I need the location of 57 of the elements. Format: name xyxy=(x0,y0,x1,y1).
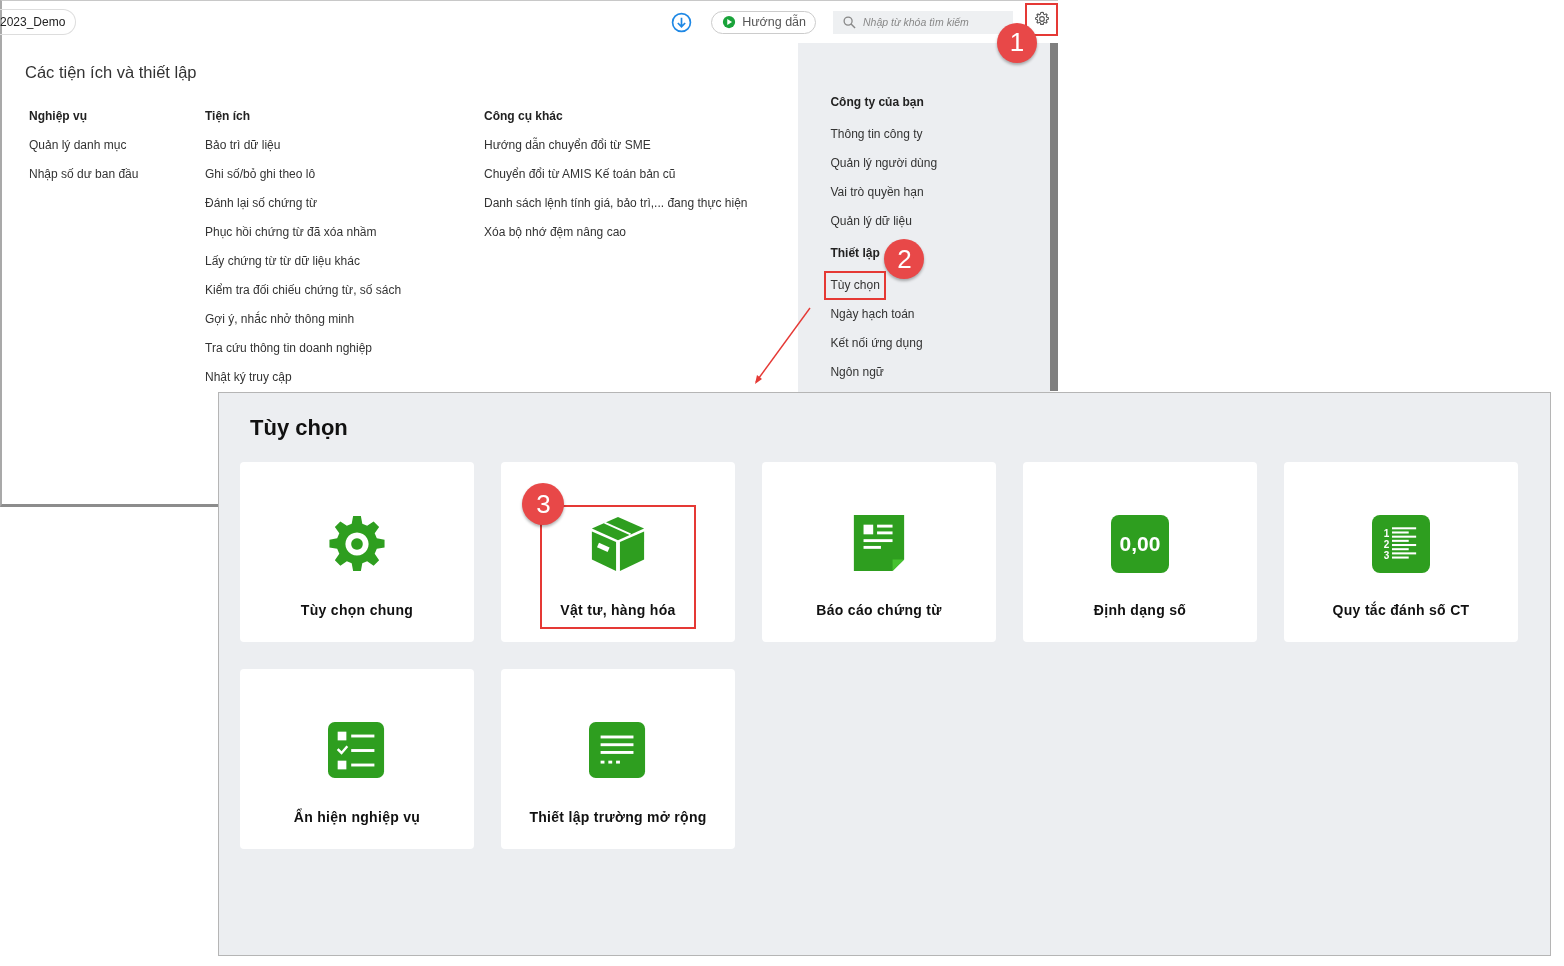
menu-link[interactable]: Quản lý danh mục xyxy=(29,138,205,153)
menu-link[interactable]: Kết nối ứng dụng xyxy=(824,329,929,358)
menu-link[interactable]: Nhật ký truy cập xyxy=(205,370,484,385)
option-card[interactable]: Tùy chọn chung xyxy=(240,462,474,642)
gear-icon xyxy=(328,515,386,573)
menu-link[interactable]: Đánh lại số chứng từ xyxy=(205,196,484,211)
menu-link[interactable]: Tùy chọn xyxy=(824,271,886,300)
page-title: Các tiện ích và thiết lập xyxy=(25,63,198,82)
column-heading: Tiện ích xyxy=(205,109,251,123)
option-card[interactable]: Ẩn hiện nghiệp vụ xyxy=(240,669,474,849)
menu-link[interactable]: Kiểm tra đối chiếu chứng từ, số sách xyxy=(205,283,484,298)
menu-link[interactable]: Bảo trì dữ liệu xyxy=(205,138,484,153)
menu-link[interactable]: Hướng dẫn chuyển đổi từ SME xyxy=(484,138,784,153)
card-label: Quy tắc đánh số CT xyxy=(1332,602,1470,618)
card-label: Định dạng số xyxy=(1093,602,1187,618)
card-label: Báo cáo chứng từ xyxy=(816,602,942,618)
menu-link[interactable]: Lấy chứng từ từ dữ liệu khác xyxy=(205,254,484,269)
section-heading: Thiết lập xyxy=(830,246,880,260)
menu-link[interactable]: Danh sách lệnh tính giá, bảo trì,... đang thực hiện xyxy=(484,196,784,211)
download-icon[interactable] xyxy=(671,11,693,33)
menu-link[interactable]: Nhập số dư ban đầu xyxy=(29,167,205,182)
column-heading: Nghiệp vụ xyxy=(29,109,87,123)
guide-button[interactable]: Hướng dẫn xyxy=(711,10,816,34)
list-icon xyxy=(589,722,647,780)
search-field[interactable]: Nhập từ khóa tìm kiếm xyxy=(833,10,1013,34)
section-heading: Công ty của bạn xyxy=(830,95,924,109)
menu-link[interactable]: Chuyển đổi từ AMIS Kế toán bản cũ xyxy=(484,167,784,182)
number-format-icon: 0,00 xyxy=(1111,515,1169,573)
option-card[interactable]: Thiết lập trường mở rộng xyxy=(501,669,735,849)
menu-link[interactable]: Quản lý người dùng xyxy=(824,149,944,178)
card-label: Vật tư, hàng hóa xyxy=(560,602,676,618)
card-label: Thiết lập trường mở rộng xyxy=(529,809,707,825)
menu-link[interactable]: Vai trò quyền hạn xyxy=(824,178,930,207)
numbered-list-icon: 1 2 3 xyxy=(1372,515,1430,573)
column-heading: Công cụ khác xyxy=(484,109,563,123)
option-card[interactable]: 0,00 Định dạng số xyxy=(1023,462,1257,642)
panel-title: Tùy chọn xyxy=(250,415,349,441)
play-icon xyxy=(722,15,737,29)
menu-link[interactable]: Tra cứu thông tin doanh nghiệp xyxy=(205,341,484,356)
option-card[interactable]: 3 Vật tư, hàng hóa xyxy=(501,462,735,642)
menu-link[interactable]: Ngôn ngữ xyxy=(824,358,890,387)
checklist-icon xyxy=(328,722,386,780)
step-marker: 2 xyxy=(884,239,925,279)
menu-link[interactable]: Gợi ý, nhắc nhở thông minh xyxy=(205,312,484,327)
box-icon xyxy=(589,515,647,573)
settings-icon xyxy=(1032,10,1051,28)
option-card[interactable]: 1 2 3 Quy tắc đánh số CT xyxy=(1284,462,1518,642)
card-label: Ẩn hiện nghiệp vụ xyxy=(293,809,421,825)
menu-link[interactable]: Ngày hạch toán xyxy=(824,300,921,329)
step-marker: 3 xyxy=(522,483,565,525)
option-card[interactable]: Báo cáo chứng từ xyxy=(762,462,996,642)
menu-link[interactable]: Phục hồi chứng từ đã xóa nhầm xyxy=(205,225,484,240)
menu-link[interactable]: Thông tin công ty xyxy=(824,120,929,149)
menu-link[interactable]: Xóa bộ nhớ đệm nâng cao xyxy=(484,225,784,240)
menu-link[interactable]: Quản lý dữ liệu xyxy=(824,207,918,236)
card-label: Tùy chọn chung xyxy=(300,602,414,618)
menu-link[interactable]: Ghi số/bỏ ghi theo lô xyxy=(205,167,484,182)
